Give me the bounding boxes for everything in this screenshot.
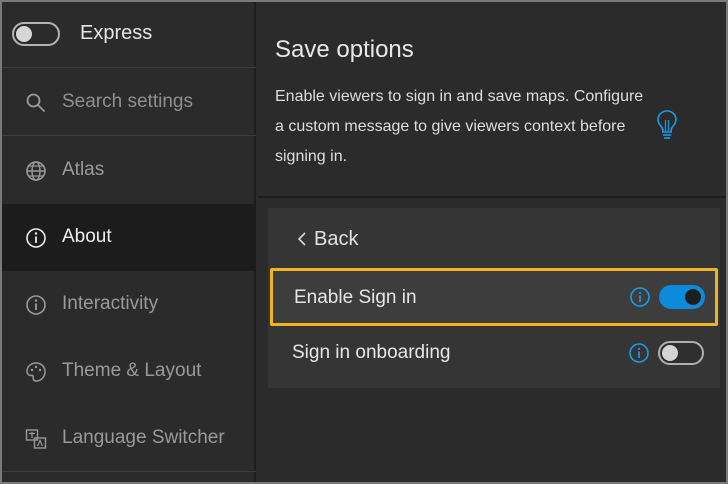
info-icon (26, 295, 46, 315)
info-icon[interactable] (628, 342, 650, 364)
section-header: Save options Enable viewers to sign in a… (258, 2, 726, 198)
sidebar-item-label: Language Switcher (62, 427, 225, 448)
divider (2, 471, 256, 472)
enable-sign-in-row: Enable Sign in (270, 268, 718, 326)
express-row: Express (2, 2, 256, 68)
toggle-knob (662, 345, 678, 361)
lightbulb-icon[interactable] (654, 108, 680, 142)
express-label: Express (80, 22, 153, 44)
setting-label: Sign in onboarding (292, 342, 451, 363)
search-settings[interactable]: Search settings (2, 69, 256, 136)
info-icon (26, 228, 46, 248)
sign-in-onboarding-row: Sign in onboarding (268, 326, 720, 380)
search-input[interactable]: Search settings (62, 91, 193, 113)
page-title: Save options (275, 36, 414, 63)
sidebar-item-about[interactable]: About (2, 204, 256, 271)
app-frame: Express Search settings Atlas About Inte… (0, 0, 728, 484)
sidebar-item-label: Atlas (62, 159, 105, 180)
sidebar-item-theme-layout[interactable]: Theme & Layout (2, 338, 256, 405)
toggle-knob (16, 26, 32, 42)
express-toggle[interactable] (12, 22, 60, 46)
setting-label: Enable Sign in (294, 287, 417, 308)
sidebar-item-label: About (62, 226, 112, 247)
info-icon[interactable] (629, 286, 651, 308)
section-description: Enable viewers to sign in and save maps.… (275, 88, 644, 165)
palette-icon (26, 362, 46, 382)
chevron-left-icon (297, 232, 306, 246)
sidebar-item-language-switcher[interactable]: Language Switcher (2, 405, 256, 472)
enable-sign-in-toggle[interactable] (659, 285, 705, 309)
globe-icon (26, 161, 46, 181)
sidebar-item-label: Theme & Layout (62, 360, 202, 381)
sidebar-item-label: Interactivity (62, 293, 159, 314)
toggle-knob (685, 289, 701, 305)
search-icon (26, 93, 45, 112)
settings-sidebar: Express Search settings Atlas About Inte… (2, 2, 256, 482)
back-label: Back (314, 228, 359, 250)
sidebar-item-atlas[interactable]: Atlas (2, 137, 256, 204)
translate-icon (25, 429, 47, 449)
back-button[interactable]: Back (268, 208, 720, 266)
sign-in-onboarding-toggle[interactable] (658, 341, 704, 365)
main-panel: Save options Enable viewers to sign in a… (258, 2, 726, 482)
save-options-panel: Back Enable Sign in Sign in onboarding (268, 208, 720, 388)
sidebar-item-interactivity[interactable]: Interactivity (2, 271, 256, 338)
